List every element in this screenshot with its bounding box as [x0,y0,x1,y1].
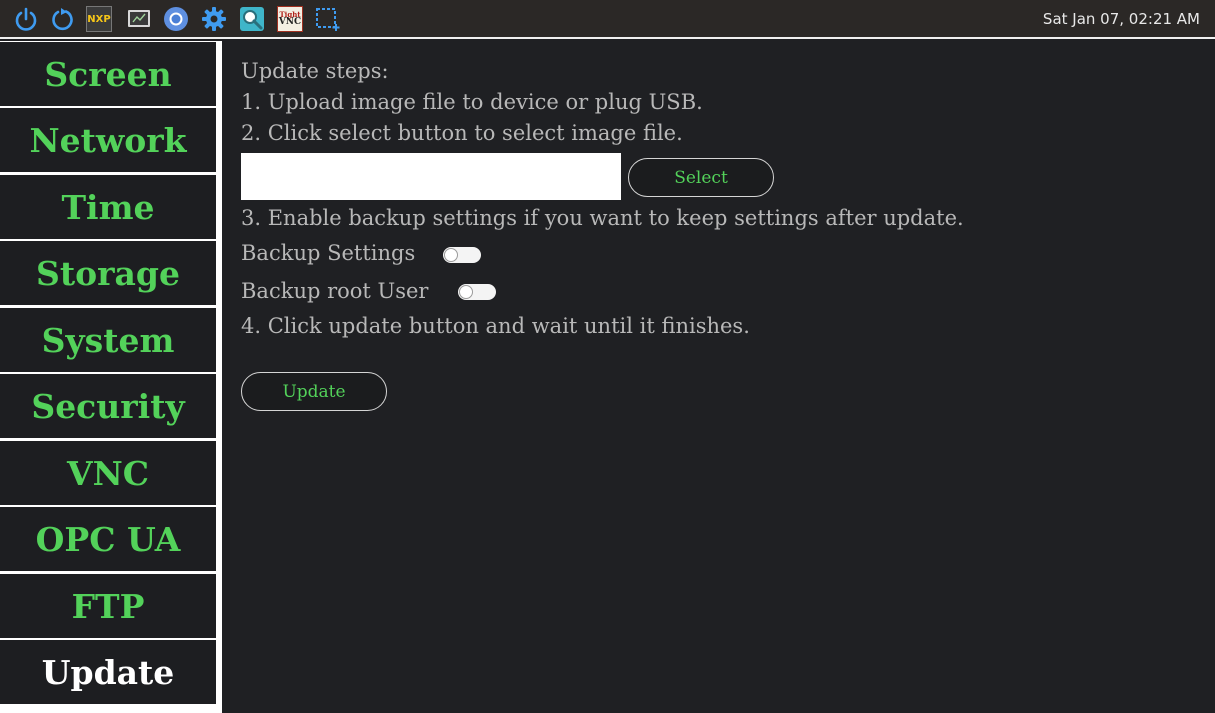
backup-settings-toggle[interactable] [443,247,481,263]
vnc-viewer-icon[interactable]: Tight VNC [277,6,303,32]
update-panel: Update steps: 1. Upload image file to de… [222,41,1215,713]
magnifier-icon[interactable] [239,6,265,32]
sidebar-item-opc-ua[interactable]: OPC UA [0,507,216,571]
screenshot-select-icon[interactable] [314,6,340,32]
power-icon[interactable] [13,6,39,32]
sidebar-item-security[interactable]: Security [0,374,216,438]
backup-root-user-toggle[interactable] [458,284,496,300]
sidebar-item-update[interactable]: Update [0,640,216,704]
step-4-text: 4. Click update button and wait until it… [241,314,750,338]
sidebar-item-storage[interactable]: Storage [0,241,216,305]
update-steps-heading: Update steps: [241,59,389,83]
sidebar-item-system[interactable]: System [0,308,216,372]
sidebar-item-time[interactable]: Time [0,175,216,239]
nxp-logo-text: NXP [87,13,111,25]
toggle-knob [444,248,458,262]
terminal-icon[interactable] [126,6,152,32]
nxp-logo-icon[interactable]: NXP [86,6,112,32]
sidebar-item-vnc[interactable]: VNC [0,441,216,505]
chromium-icon[interactable] [163,6,189,32]
step-3-text: 3. Enable backup settings if you want to… [241,206,964,230]
backup-settings-label: Backup Settings [241,241,416,265]
step-2-text: 2. Click select button to select image f… [241,121,683,145]
restart-icon[interactable] [49,6,75,32]
backup-root-user-label: Backup root User [241,279,429,303]
sidebar-nav: Screen Network Time Storage System Secur… [0,41,222,713]
vnc-logo-bottom-text: VNC [278,17,302,27]
sidebar-item-screen[interactable]: Screen [0,42,216,106]
settings-gear-icon[interactable] [201,6,227,32]
clock: Sat Jan 07, 02:21 AM [1042,10,1200,28]
sidebar-item-ftp[interactable]: FTP [0,574,216,638]
taskbar: NXP Tight VNC Sat Jan 07, 02:21 AM [0,0,1215,39]
update-button[interactable]: Update [241,372,387,411]
sidebar-item-network[interactable]: Network [0,108,216,172]
select-button[interactable]: Select [628,158,774,197]
step-1-text: 1. Upload image file to device or plug U… [241,90,703,114]
toggle-knob [459,285,473,299]
image-file-input[interactable] [241,153,621,200]
